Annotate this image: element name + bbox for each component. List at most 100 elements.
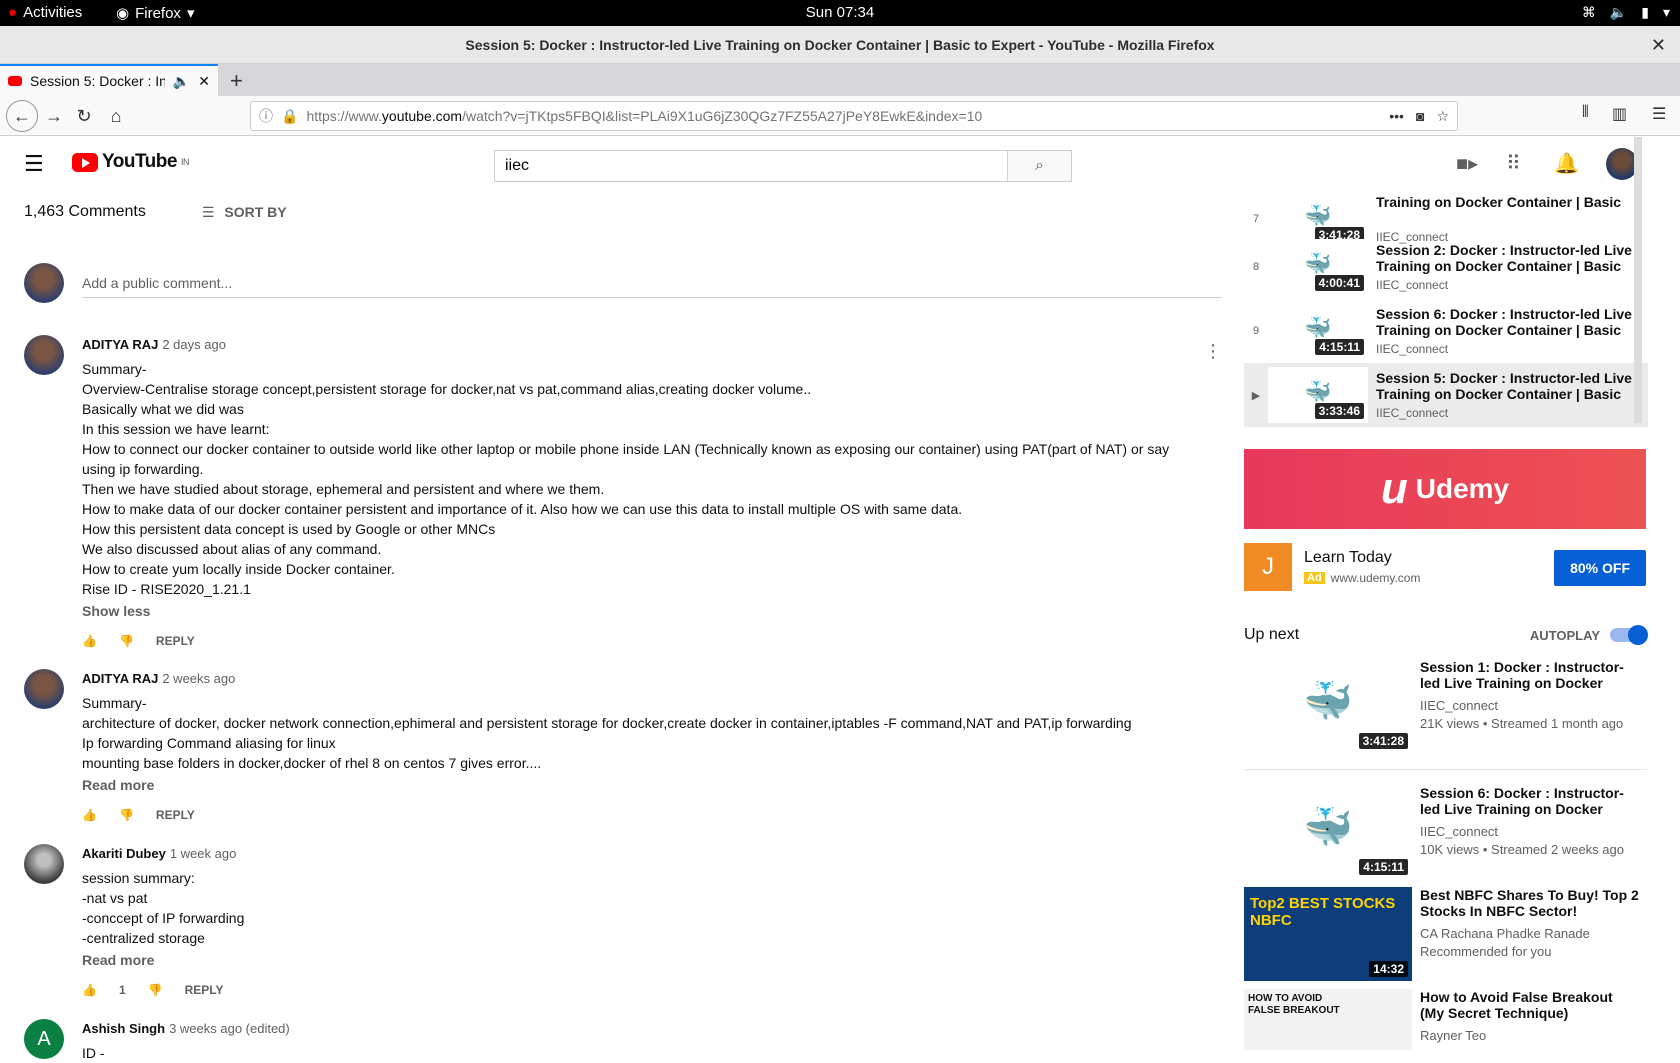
reply-button[interactable]: REPLY bbox=[156, 631, 195, 651]
new-tab-button[interactable]: + bbox=[230, 68, 243, 94]
read-more-button[interactable]: Read more bbox=[82, 950, 1192, 970]
comment-author[interactable]: Ashish Singh 3 weeks ago (edited) bbox=[82, 1019, 1192, 1039]
hamburger-menu-icon[interactable]: ☰ bbox=[1652, 104, 1666, 124]
comment-author[interactable]: Akariti Dubey 1 week ago bbox=[82, 844, 1192, 864]
like-count: 1 bbox=[118, 983, 126, 997]
avatar[interactable] bbox=[24, 335, 64, 375]
comment-text: Summary-architecture of docker, docker n… bbox=[82, 695, 1132, 771]
close-tab-icon[interactable]: ✕ bbox=[198, 73, 210, 90]
dislike-icon[interactable]: 👎 bbox=[148, 980, 163, 1000]
recommended-video[interactable]: HOW TO AVOID FALSE BREAKOUT How to Avoid… bbox=[1244, 989, 1646, 1050]
window-title: Session 5: Docker : Instructor-led Live … bbox=[465, 37, 1215, 53]
video-thumbnail: 🐳 4:00:41 bbox=[1268, 239, 1368, 295]
advertiser-logo[interactable]: J bbox=[1244, 543, 1292, 591]
forward-button[interactable]: → bbox=[40, 102, 68, 130]
search-input[interactable] bbox=[495, 151, 1007, 181]
video-thumbnail: HOW TO AVOID FALSE BREAKOUT bbox=[1244, 989, 1412, 1050]
docker-whale-icon: 🐳 bbox=[1303, 805, 1353, 850]
home-button[interactable]: ⌂ bbox=[102, 102, 130, 130]
avatar[interactable] bbox=[24, 669, 64, 709]
avatar[interactable] bbox=[24, 844, 64, 884]
video-thumbnail: 🐳 3:33:46 bbox=[1268, 367, 1368, 423]
udemy-logo-icon: u bbox=[1380, 464, 1408, 513]
show-less-button[interactable]: Show less bbox=[82, 601, 1192, 621]
recommended-video[interactable]: 🐳 4:15:11 Session 6: Docker : Instructor-… bbox=[1244, 785, 1646, 879]
playlist-item-current[interactable]: ▶ 🐳 3:33:46 Session 5: Docker : Instructo… bbox=[1244, 363, 1648, 427]
battery-icon: ▮ bbox=[1641, 4, 1649, 20]
docker-whale-icon: 🐳 bbox=[1303, 679, 1353, 724]
autoplay-toggle[interactable] bbox=[1610, 625, 1648, 645]
like-icon[interactable]: 👍 bbox=[82, 805, 97, 825]
video-thumbnail: 🐳 4:15:11 bbox=[1244, 785, 1412, 879]
url-bar[interactable]: ⓘ 🔒 https://www.youtube.com/watch?v=jTKt… bbox=[250, 101, 1458, 131]
comment-time[interactable]: 2 weeks ago bbox=[162, 671, 235, 686]
comment-time[interactable]: 2 days ago bbox=[162, 337, 226, 352]
comment-thread: Akariti Dubey 1 week ago session summary:… bbox=[24, 844, 1192, 1000]
like-icon[interactable]: 👍 bbox=[82, 631, 97, 651]
youtube-favicon-icon bbox=[8, 76, 22, 86]
read-more-button[interactable]: Read more bbox=[82, 775, 1192, 795]
right-column: 7 🐳 3:41:28 Training on Docker Container … bbox=[1244, 137, 1648, 1050]
reply-button[interactable]: REPLY bbox=[185, 980, 224, 1000]
comments-section: 1,463 Comments ☰ SORT BY Add a public com… bbox=[24, 203, 1224, 1061]
reply-button[interactable]: REPLY bbox=[156, 805, 195, 825]
recommended-video[interactable]: Top2 BEST STOCKS NBFC 14:32 Best NBFC Sha… bbox=[1244, 887, 1646, 981]
url-text[interactable]: https://www.youtube.com/watch?v=jTKtps5F… bbox=[306, 108, 1381, 124]
docker-whale-icon: 🐳 bbox=[1304, 251, 1332, 277]
avatar bbox=[24, 263, 64, 303]
comment-menu-icon[interactable]: ⋮ bbox=[1204, 341, 1222, 361]
comment-thread: ADITYA RAJ 2 weeks ago Summary-architectu… bbox=[24, 669, 1192, 825]
playlist-item[interactable]: 8 🐳 4:00:41 Session 2: Docker : Instructo… bbox=[1244, 235, 1648, 299]
avatar[interactable]: A bbox=[24, 1019, 64, 1059]
ad-headline[interactable]: Learn Today bbox=[1304, 549, 1420, 567]
clock[interactable]: Sun 07:34 bbox=[0, 4, 1680, 21]
close-window-button[interactable]: ✕ bbox=[1651, 26, 1666, 64]
comment-time[interactable]: 1 week ago bbox=[170, 846, 237, 861]
dislike-icon[interactable]: 👎 bbox=[119, 631, 134, 651]
library-icon[interactable]: ⫴ bbox=[1582, 104, 1589, 122]
sort-by-button[interactable]: ☰ SORT BY bbox=[202, 204, 287, 221]
back-button[interactable]: ← bbox=[6, 100, 38, 132]
info-icon[interactable]: ⓘ bbox=[259, 106, 273, 126]
search-icon: ⌕ bbox=[1035, 157, 1044, 174]
guide-menu-icon[interactable]: ☰ bbox=[24, 151, 44, 177]
tab-title: Session 5: Docker : Ins bbox=[30, 73, 165, 89]
bookmark-star-icon[interactable]: ☆ bbox=[1436, 108, 1449, 125]
youtube-logo[interactable]: YouTube IN bbox=[72, 151, 189, 173]
browser-tab[interactable]: Session 5: Docker : Ins 🔈 ✕ bbox=[0, 64, 218, 96]
comment-thread: ADITYA RAJ 2 days ago Summary- Overview-Ce… bbox=[24, 335, 1222, 651]
system-tray[interactable]: ⌘ 🔈 ▮ ▾ bbox=[1582, 4, 1670, 21]
pocket-icon[interactable]: ◙ bbox=[1416, 108, 1424, 125]
reload-button[interactable]: ↻ bbox=[70, 102, 98, 130]
ad-cta-button[interactable]: 80% OFF bbox=[1554, 550, 1646, 586]
youtube-play-icon bbox=[72, 152, 98, 172]
search-button[interactable]: ⌕ bbox=[1007, 151, 1071, 181]
lock-icon: 🔒 bbox=[281, 107, 299, 124]
add-comment-input[interactable]: Add a public comment... bbox=[82, 269, 1222, 298]
comment-author[interactable]: ADITYA RAJ 2 days ago bbox=[82, 335, 1192, 355]
ad-details: J Learn Today Ad www.udemy.com 80% OFF bbox=[1244, 543, 1646, 591]
up-next-header: Up next AUTOPLAY bbox=[1244, 625, 1648, 645]
system-top-bar: ● Activities ◉ Firefox ▾ Sun 07:34 ⌘ 🔈 ▮ ▾ bbox=[0, 0, 1680, 26]
up-next-label: Up next bbox=[1244, 626, 1300, 643]
speaker-icon[interactable]: 🔈 bbox=[173, 73, 190, 90]
dislike-icon[interactable]: 👎 bbox=[119, 805, 134, 825]
sidebar-icon[interactable]: ▥ bbox=[1612, 104, 1627, 124]
playlist-scrollbar[interactable] bbox=[1634, 137, 1642, 423]
docker-whale-icon: 🐳 bbox=[1304, 315, 1332, 341]
chevron-down-icon: ▾ bbox=[1662, 4, 1670, 20]
sort-icon: ☰ bbox=[201, 203, 215, 220]
comment-count: 1,463 Comments bbox=[24, 203, 146, 220]
window-titlebar: Session 5: Docker : Instructor-led Live … bbox=[0, 26, 1680, 64]
comment-time[interactable]: 3 weeks ago (edited) bbox=[169, 1021, 290, 1036]
docker-whale-icon: 🐳 bbox=[1304, 379, 1332, 405]
ad-banner[interactable]: u Udemy bbox=[1244, 449, 1646, 529]
page-actions-icon[interactable]: ••• bbox=[1389, 108, 1404, 125]
comment-text: ID - bbox=[82, 1045, 105, 1061]
autoplay-label: AUTOPLAY bbox=[1529, 627, 1600, 643]
volume-icon: 🔈 bbox=[1609, 4, 1628, 20]
comment-author[interactable]: ADITYA RAJ 2 weeks ago bbox=[82, 669, 1192, 689]
like-icon[interactable]: 👍 bbox=[82, 980, 97, 1000]
recommended-video[interactable]: 🐳 3:41:28 Session 1: Docker : Instructor-… bbox=[1244, 659, 1646, 753]
playlist-item[interactable]: 9 🐳 4:15:11 Session 6: Docker : Instructo… bbox=[1244, 299, 1648, 363]
